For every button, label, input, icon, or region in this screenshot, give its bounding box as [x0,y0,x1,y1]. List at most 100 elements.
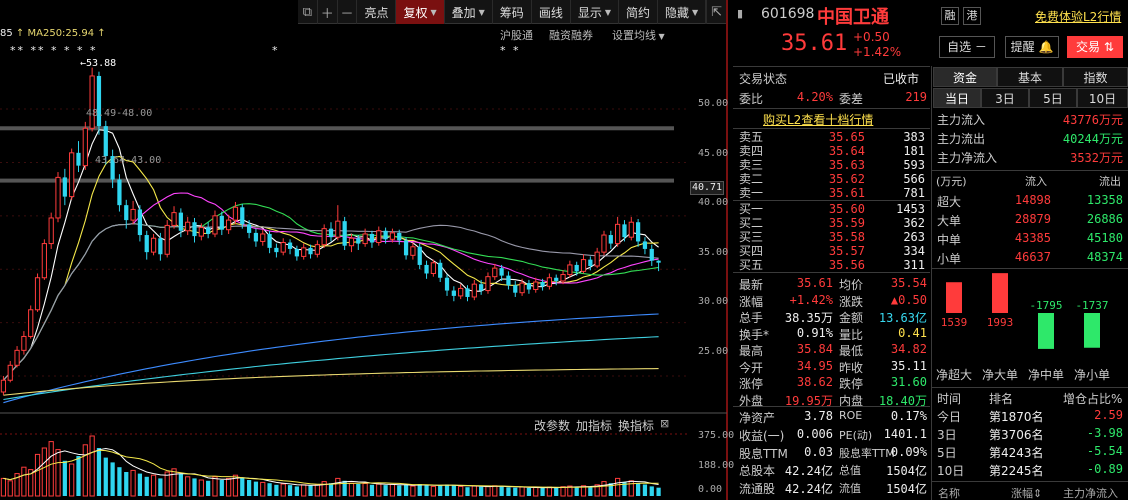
candle-body-up [82,127,88,167]
ranking-header-time: 时间 [937,392,962,406]
close-icon[interactable]: ⊠ [660,417,669,430]
ranking-rank: 第1870名 [989,410,1044,424]
candle-body-down [76,152,81,166]
flow-row-in: 43385 [1014,231,1051,245]
bid-volume: 334 [903,244,925,258]
volume-bar-up [280,483,286,497]
tab-period-10d[interactable]: 10日 [1077,88,1128,108]
menu-icon[interactable]: ▮ [737,7,743,20]
candle-body-down [608,235,613,244]
volume-bar-down [178,473,183,496]
main-flow-value: 40244万元 [1062,132,1123,146]
flow-row-label: 大单 [937,214,962,228]
flow-header-out: 流出 [1099,175,1121,188]
candle-body-down [117,179,122,206]
tab-period-today[interactable]: 当日 [933,88,981,108]
candle-body-down [588,259,593,267]
volume-bar-up [69,463,75,497]
footer-change[interactable]: 涨幅⇕ [1011,485,1042,500]
volume-bar-up [7,480,13,497]
trade-button[interactable]: 交易 ⇅ [1067,36,1123,58]
ask-volume: 593 [903,158,925,172]
price-change: +0.50 [853,30,890,44]
volume-bar-up [226,477,232,497]
alert-button[interactable]: 提醒 🔔 [1005,36,1059,58]
candle-body-down [417,246,422,265]
edit-params-button[interactable]: 改参数 [534,417,570,434]
bid-price: 35.59 [828,216,865,230]
main-flow-label: 主力流入 [937,113,986,127]
volume-bar-down [540,488,545,496]
net-flow-bar [946,282,962,313]
add-indicator-button[interactable]: 加指标 [576,417,612,434]
ask-label: 卖五 [739,130,764,144]
ma-legend-arrow: ↑ [15,28,25,39]
candle-body-up [567,264,573,276]
tab-basic[interactable]: 基本 [997,67,1063,87]
volume-bar-down [287,485,293,496]
candle-body-down [499,268,504,276]
volume-bar-down [253,481,259,496]
watchlist-button[interactable]: 自选 － [939,36,995,58]
quote-label: 昨收 [839,360,864,375]
footer-netflow[interactable]: 主力净流入 [1063,485,1118,500]
candle-body-up [89,75,95,129]
switch-indicator-button[interactable]: 换指标 [618,417,654,434]
tab-period-5d[interactable]: 5日 [1029,88,1077,108]
volume-bar-down [158,478,163,496]
volume-bar-down [76,456,81,496]
candle-body-up [301,247,307,257]
flow-row-label: 中单 [937,233,962,247]
candle-body-up [471,283,477,298]
net-flow-category: 净小单 [1074,368,1110,382]
tab-fund-flow[interactable]: 资金 [933,67,997,87]
candle-body-down [206,227,211,234]
margin-tag[interactable]: 融 [941,7,959,25]
ranking-header-pct: 增仓占比% [1063,392,1123,406]
candle-body-up [260,233,266,242]
free-l2-link[interactable]: 免费体验L2行情 [1035,8,1121,25]
bid-volume: 1453 [896,202,925,216]
volume-bar-up [198,479,204,497]
candle-body-up [280,242,286,253]
net-flow-category: 净大单 [982,368,1018,382]
footer-name[interactable]: 名称 [938,485,960,500]
hk-tag[interactable]: 港 [963,7,981,25]
bid-label: 买一 [739,202,764,216]
tab-margin[interactable]: 融资融券 [549,27,593,43]
bid-price: 35.60 [828,202,865,216]
candle-body-up [314,244,320,255]
ask-volume: 781 [903,186,925,200]
ask-label: 卖一 [739,186,764,200]
bid-diff-value: 219 [905,90,927,104]
tab-period-3d[interactable]: 3日 [981,88,1029,108]
quote-value: 34.82 [890,342,927,356]
volume-bar-down [356,484,361,496]
volume-bar-up [150,474,157,497]
candle-body-down [274,247,279,253]
fund-value: 42.24亿 [784,464,833,479]
fund-value: 0.17% [890,409,927,423]
bid-price: 35.56 [828,258,865,272]
candle-body-down [642,241,648,249]
net-flow-bar [1084,313,1100,348]
candle-body-down [444,277,450,291]
volume-bar-down [417,484,422,496]
tab-hk-connect[interactable]: 沪股通 [500,27,533,43]
tab-ma-settings[interactable]: 设置均线 ▼ [612,27,665,43]
buy-l2-link[interactable]: 购买L2查看十档行情 [763,111,873,128]
candle-body-down [308,247,313,255]
volume-bar-up [0,477,7,497]
net-flow-category: 净超大 [936,367,972,382]
volume-bar-up [533,486,539,497]
candle-body-down [397,232,402,241]
candle-body-down [144,235,149,253]
candle-body-down [62,177,67,197]
volume-bar-up [212,476,218,497]
ranking-pct: -0.89 [1086,462,1123,476]
candle-body-up [615,223,621,245]
tab-index[interactable]: 指数 [1063,67,1128,87]
volume-bar-down [117,467,122,496]
candle-body-up [198,227,204,237]
bid-ratio-value: 4.20% [796,90,833,104]
